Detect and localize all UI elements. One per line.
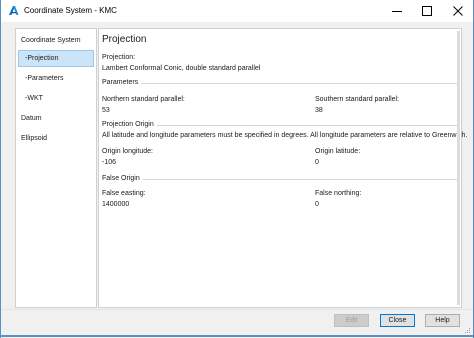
sidebar-item-wkt[interactable]: -WKT xyxy=(18,90,94,107)
origin-longitude-label: Origin longitude: xyxy=(102,148,153,155)
minimize-button[interactable] xyxy=(382,0,412,22)
projection-origin-heading: Projection Origin xyxy=(102,121,157,129)
projection-origin-section-header: Projection Origin xyxy=(102,121,458,129)
projection-value: Lambert Conformal Conic, double standard… xyxy=(102,65,261,72)
minimize-icon xyxy=(392,11,402,12)
window-title: Coordinate System - KMC xyxy=(24,6,117,15)
southern-parallel-value: 38 xyxy=(315,107,323,114)
window-close-button[interactable] xyxy=(443,0,473,22)
origin-latitude-label: Origin latitude: xyxy=(315,148,361,155)
projection-label: Projection: xyxy=(102,54,136,61)
parameters-section-header: Parameters xyxy=(102,79,458,87)
footer-divider xyxy=(1,309,473,310)
sidebar-item-coordinate-system[interactable]: Coordinate System xyxy=(18,32,94,49)
sidebar-item-parameters[interactable]: -Parameters xyxy=(18,70,94,87)
maximize-button[interactable] xyxy=(412,0,442,22)
projection-panel: Projection Projection: Lambert Conformal… xyxy=(98,28,467,308)
help-button[interactable]: Help xyxy=(425,314,460,327)
sidebar-item-ellipsoid[interactable]: Ellipsoid xyxy=(18,130,94,147)
autodesk-a-icon xyxy=(9,6,19,15)
maximize-icon xyxy=(422,6,432,16)
close-button[interactable]: Close xyxy=(380,314,415,327)
section-divider xyxy=(102,83,458,84)
sidebar-nav: Coordinate System -Projection -Parameter… xyxy=(15,28,97,308)
northern-parallel-value: 53 xyxy=(102,107,110,114)
resize-grip-icon[interactable] xyxy=(463,326,471,334)
scrollbar-thumb[interactable] xyxy=(457,31,460,305)
page-title: Projection xyxy=(102,34,147,45)
false-northing-label: False northing: xyxy=(315,190,362,197)
vertical-scrollbar[interactable] xyxy=(457,29,461,307)
edit-button[interactable]: Edit xyxy=(334,314,369,327)
origin-longitude-value: -106 xyxy=(102,159,117,166)
parameters-heading: Parameters xyxy=(102,79,142,87)
origin-latitude-value: 0 xyxy=(315,159,319,166)
false-easting-label: False easting: xyxy=(102,190,146,197)
southern-parallel-label: Southern standard parallel: xyxy=(315,96,400,103)
degrees-note: All latitude and longitude parameters mu… xyxy=(102,132,468,139)
false-easting-value: 1400000 xyxy=(102,201,130,208)
false-northing-value: 0 xyxy=(315,201,319,208)
coordinate-system-dialog: Coordinate System - KMC Coordinate Syste… xyxy=(0,0,474,338)
false-origin-section-header: False Origin xyxy=(102,175,458,183)
close-icon xyxy=(453,6,463,16)
sidebar-item-projection[interactable]: -Projection xyxy=(18,50,94,67)
false-origin-heading: False Origin xyxy=(102,175,143,183)
sidebar-item-datum[interactable]: Datum xyxy=(18,110,94,127)
window-bottom-edge xyxy=(1,335,473,337)
northern-parallel-label: Northern standard parallel: xyxy=(102,96,185,103)
section-divider xyxy=(102,179,458,180)
title-bar[interactable]: Coordinate System - KMC xyxy=(1,0,473,22)
